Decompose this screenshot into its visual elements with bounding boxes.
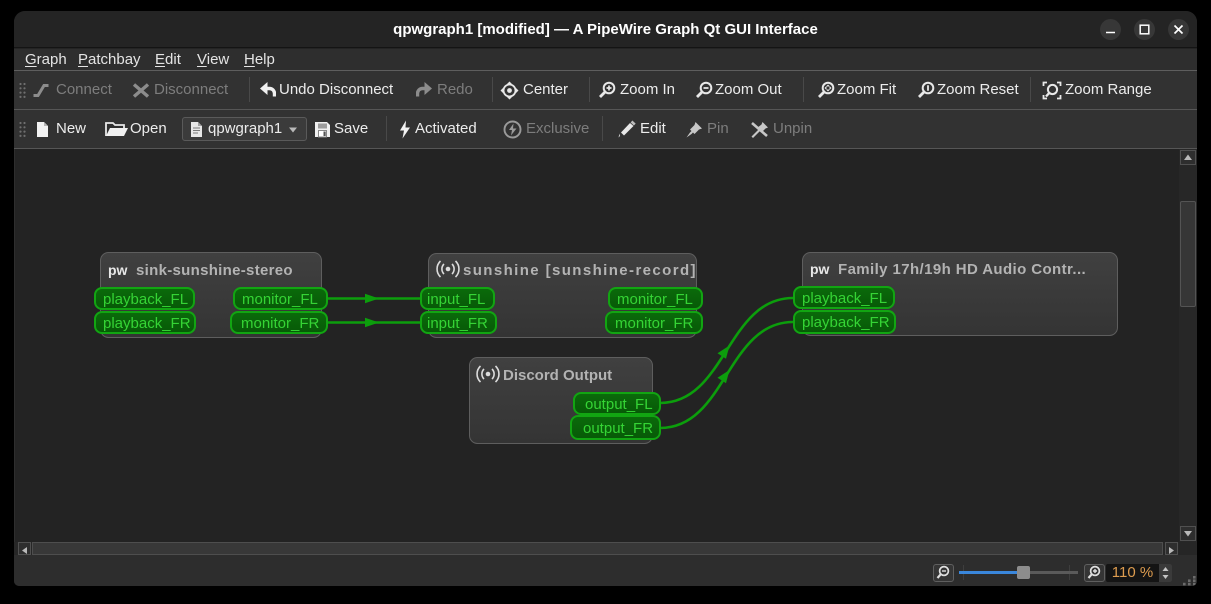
svg-text:output_FR: output_FR — [583, 420, 653, 437]
svg-text:monitor_FL: monitor_FL — [617, 291, 693, 308]
svg-text:playback_FL: playback_FL — [802, 290, 887, 307]
svg-text:pw: pw — [108, 262, 128, 278]
svg-text:output_FL: output_FL — [585, 396, 653, 413]
svg-text:Discord Output: Discord Output — [503, 367, 612, 384]
svg-text:playback_FR: playback_FR — [802, 314, 890, 331]
svg-text:sunshine [sunshine-record]: sunshine [sunshine-record] — [463, 262, 697, 279]
svg-text:playback_FL: playback_FL — [103, 291, 188, 308]
svg-text:playback_FR: playback_FR — [103, 315, 191, 332]
svg-text:input_FL: input_FL — [427, 291, 485, 308]
svg-text:sink-sunshine-stereo: sink-sunshine-stereo — [136, 262, 293, 279]
svg-text:monitor_FL: monitor_FL — [242, 291, 318, 308]
svg-text:monitor_FR: monitor_FR — [615, 315, 694, 332]
svg-text:monitor_FR: monitor_FR — [241, 315, 320, 332]
svg-text:input_FR: input_FR — [427, 315, 488, 332]
svg-text:Family 17h/19h HD Audio Contr.: Family 17h/19h HD Audio Contr... — [838, 261, 1086, 278]
svg-text:pw: pw — [810, 261, 830, 277]
